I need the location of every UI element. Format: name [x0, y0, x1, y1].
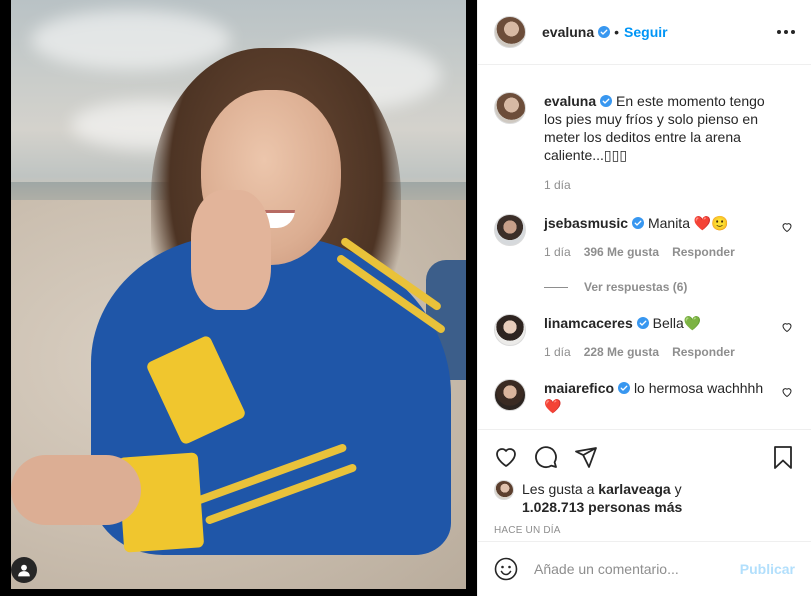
avatar[interactable] [494, 379, 526, 411]
share-button[interactable] [574, 445, 598, 469]
cloud [31, 10, 231, 70]
comment-body: maiarefico lo hermosa wachhhh❤️ [544, 379, 764, 415]
avatar[interactable] [494, 214, 526, 246]
comments-list[interactable]: evaluna En este momento tengo los pies m… [478, 66, 811, 429]
reply-button[interactable]: Responder [672, 343, 735, 361]
small-heart-icon[interactable] [781, 221, 793, 233]
reply-button[interactable]: Responder [672, 243, 735, 261]
share-icon [575, 447, 597, 468]
comment-username[interactable]: maiarefico [544, 380, 614, 396]
author-username[interactable]: evaluna [542, 24, 594, 40]
caption-username[interactable]: evaluna [544, 93, 596, 109]
post-photo[interactable] [11, 0, 466, 589]
view-replies-button[interactable]: Ver respuestas (6) [544, 280, 795, 294]
follow-button[interactable]: Seguir [624, 24, 668, 40]
view-replies-label: Ver respuestas (6) [584, 280, 688, 294]
verified-badge-icon [632, 217, 645, 229]
likes-text: Les gusta a karlaveaga y 1.028.713 perso… [522, 480, 682, 516]
emoji-icon [494, 557, 518, 581]
comment-time[interactable]: 1 día [544, 243, 571, 261]
comment-username[interactable]: jsebasmusic [544, 215, 628, 231]
replies-line [544, 286, 568, 288]
verified-badge-icon [636, 317, 649, 329]
caption-body: evaluna En este momento tengo los pies m… [544, 92, 774, 194]
comment-time[interactable]: 1 día [544, 343, 571, 361]
verified-badge-icon [618, 382, 631, 394]
avatar[interactable] [494, 314, 526, 346]
avatar[interactable] [494, 92, 526, 124]
likes-prefix: Les gusta a [522, 481, 595, 497]
comment-body: linamcaceres Bella💚 1 día 228 Me gusta R… [544, 314, 764, 361]
post-side-panel: evaluna • Seguir evaluna En este momento… [477, 0, 811, 596]
save-button[interactable] [771, 445, 795, 469]
separator-dot: • [614, 24, 620, 40]
comment-text: Manita ❤️🙂 [647, 215, 729, 231]
dot [777, 30, 781, 34]
tag-user-icon [18, 564, 30, 577]
comment-username[interactable]: linamcaceres [544, 315, 633, 331]
comment-icon [535, 446, 557, 469]
post-time[interactable]: HACE UN DÍA [494, 525, 795, 536]
small-heart-icon[interactable] [781, 386, 793, 398]
comment-item: linamcaceres Bella💚 1 día 228 Me gusta R… [494, 314, 795, 361]
bookmark-icon [774, 446, 792, 469]
comment-button[interactable] [534, 445, 558, 469]
small-heart-icon[interactable] [781, 321, 793, 333]
post-header: evaluna • Seguir [478, 0, 811, 65]
comment-meta: 1 día 228 Me gusta Responder [544, 343, 764, 361]
publish-button[interactable]: Publicar [740, 561, 795, 577]
comment-body: jsebasmusic Manita ❤️🙂 1 día 396 Me gust… [544, 214, 764, 261]
likes-count[interactable]: 1.028.713 personas más [522, 499, 682, 515]
emoji-button[interactable] [494, 557, 518, 581]
dot [784, 30, 788, 34]
comment-item: jsebasmusic Manita ❤️🙂 1 día 396 Me gust… [494, 214, 795, 261]
caption: evaluna En este momento tengo los pies m… [494, 66, 795, 194]
comment-likes[interactable]: 228 Me gusta [584, 343, 659, 361]
action-bar [494, 430, 795, 480]
likes-summary: Les gusta a karlaveaga y 1.028.713 perso… [494, 480, 795, 516]
comment-meta: 1 día 396 Me gusta Responder [544, 243, 764, 261]
like-button[interactable] [494, 445, 518, 469]
liker-avatar[interactable] [494, 480, 514, 500]
tag-user-button[interactable] [11, 557, 37, 583]
caption-time[interactable]: 1 día [544, 176, 774, 194]
comment-text: Bella💚 [652, 315, 702, 331]
comment-item: maiarefico lo hermosa wachhhh❤️ [494, 379, 795, 415]
verified-badge-icon [598, 26, 611, 38]
comment-box: Publicar [478, 541, 811, 596]
liker-username[interactable]: karlaveaga [598, 481, 670, 497]
avatar[interactable] [494, 16, 526, 48]
comment-likes[interactable]: 396 Me gusta [584, 243, 659, 261]
verified-badge-icon [600, 95, 613, 107]
likes-connector: y [674, 481, 682, 497]
arm [11, 455, 141, 525]
post-actions-area: Les gusta a karlaveaga y 1.028.713 perso… [478, 429, 811, 536]
more-options-icon[interactable] [777, 26, 795, 38]
comment-input[interactable] [534, 561, 740, 577]
heart-icon [496, 448, 516, 467]
photo-pane [0, 0, 477, 596]
dot [791, 30, 795, 34]
hand [191, 190, 271, 310]
